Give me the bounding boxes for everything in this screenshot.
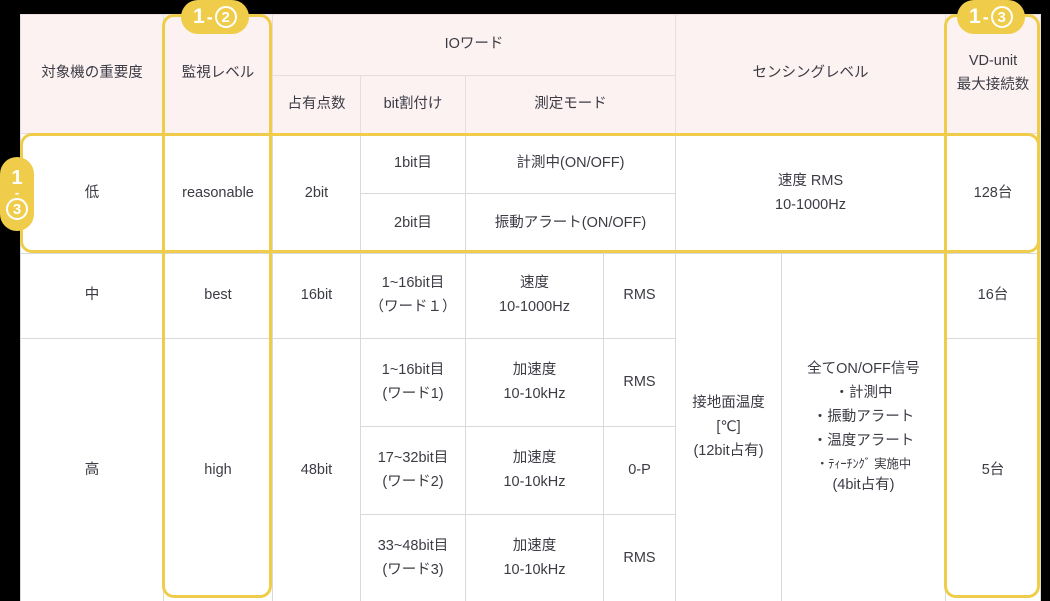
cell-sensing-temp-line2: [℃] (716, 419, 741, 436)
callout-badge-1-3-top-dash: - (982, 6, 989, 27)
cell-sensing-signals-line4: ・温度アラート (812, 432, 915, 449)
cell-high-monitor-level: high (163, 338, 273, 601)
cell-sensing-temp-line3: (12bit占有) (693, 442, 764, 459)
cell-high-importance: 高 (20, 338, 164, 601)
cell-high-measure-3-line1: 加速度 (512, 537, 557, 554)
cell-high-bit-range-3-line1: 33~48bit目 (377, 537, 449, 554)
callout-badge-1-2: 1 - 2 (181, 0, 249, 34)
cell-low-importance: 低 (20, 133, 164, 254)
cell-low-vd-unit: 128台 (945, 133, 1041, 254)
cell-low-bit-1: 1bit目 (360, 133, 466, 194)
cell-high-measure-2-line2: 10-10kHz (503, 473, 566, 490)
header-vd-unit-line2: 最大接続数 (956, 77, 1030, 93)
cell-high-measure-3-line2: 10-10kHz (503, 561, 566, 578)
cell-sensing-signals-line6: (4bit占有) (832, 477, 895, 494)
cell-high-measure-2-line1: 加速度 (512, 449, 557, 466)
callout-badge-1-3-left: 1 - 3 (0, 157, 34, 231)
cell-low-monitor-level: reasonable (163, 133, 273, 254)
cell-sensing-signals-line1: 全てON/OFF信号 (807, 360, 920, 377)
cell-mid-monitor-level: best (163, 253, 273, 339)
cell-high-bit-range-2: 17~32bit目 (ワード2) (360, 426, 466, 515)
cell-sensing-signals: 全てON/OFF信号 ・計測中 ・振動アラート ・温度アラート ・ﾃｨｰﾁﾝｸﾞ… (781, 253, 946, 601)
cell-high-vd-unit: 5台 (945, 338, 1041, 601)
row-mid: 中 best 16bit 1~16bit目 （ワード１） 速度 10-1000H… (20, 253, 1041, 601)
cell-sensing-signals-line5: ・ﾃｨｰﾁﾝｸﾞ 実施中 (815, 456, 912, 471)
cell-sensing-signals-line3: ・振動アラート (812, 408, 915, 425)
cell-high-bit-range-2-line2: (ワード2) (382, 473, 444, 490)
cell-sensing-temp: 接地面温度 [℃] (12bit占有) (675, 253, 782, 601)
cell-high-measure-1: 加速度 10-10kHz (465, 338, 604, 427)
callout-badge-1-3-left-circled: 3 (6, 198, 28, 221)
cell-high-measure-1-line2: 10-10kHz (503, 385, 566, 402)
cell-high-rms-3: RMS (603, 514, 676, 601)
cell-high-bit-range-3-line2: (ワード3) (382, 561, 444, 578)
header-group-sensing-level: センシングレベル (675, 14, 946, 134)
cell-low-mode-1: 計測中(ON/OFF) (465, 133, 676, 194)
row-low-a: 低 reasonable 2bit 1bit目 計測中(ON/OFF) 速度 R… (20, 133, 1041, 254)
cell-mid-importance: 中 (20, 253, 164, 339)
cell-high-bit-range-3: 33~48bit目 (ワード3) (360, 514, 466, 601)
callout-badge-1-3-top-circled: 3 (990, 6, 1013, 28)
cell-mid-bit-range-line2: （ワード１） (369, 299, 457, 315)
header-importance: 対象機の重要度 (20, 14, 164, 134)
cell-low-sensing: 速度 RMS 10-1000Hz (675, 133, 946, 254)
cell-high-bit-range-1: 1~16bit目 (ワード1) (360, 338, 466, 427)
cell-high-measure-3: 加速度 10-10kHz (465, 514, 604, 601)
callout-badge-1-2-prefix: 1 (193, 5, 205, 28)
cell-high-bit-range-2-line1: 17~32bit目 (377, 449, 449, 466)
header-group-io-word: IOワード (272, 14, 676, 76)
cell-mid-measure: 速度 10-1000Hz (465, 253, 604, 339)
cell-low-mode-2: 振動アラート(ON/OFF) (465, 193, 676, 254)
cell-sensing-signals-line2: ・計測中 (834, 384, 893, 401)
header-measure-mode: 測定モード (465, 75, 676, 134)
header-points: 占有点数 (272, 75, 361, 134)
cell-mid-bit-range: 1~16bit目 （ワード１） (360, 253, 466, 339)
cell-low-sensing-line2: 10-1000Hz (775, 196, 846, 213)
header-bit-assign: bit割付け (360, 75, 466, 134)
cell-high-measure-2: 加速度 10-10kHz (465, 426, 604, 515)
callout-badge-1-2-circled: 2 (214, 6, 237, 28)
cell-mid-bit-range-line1: 1~16bit目 (381, 275, 445, 292)
cell-high-bit-range-1-line2: (ワード1) (382, 385, 444, 402)
header-vd-unit-line1: VD-unit (968, 53, 1018, 70)
cell-low-points: 2bit (272, 133, 361, 254)
cell-high-rms-1: RMS (603, 338, 676, 427)
cell-mid-measure-line1: 速度 (520, 275, 549, 292)
cell-low-bit-2: 2bit目 (360, 193, 466, 254)
callout-badge-1-3-top: 1 - 3 (957, 0, 1025, 34)
callout-badge-1-3-left-dash: - (14, 184, 20, 200)
cell-mid-rms: RMS (603, 253, 676, 339)
header-row-1: 対象機の重要度 監視レベル IOワード センシングレベル VD-unit 最大接… (20, 14, 1041, 134)
cell-high-bit-range-1-line1: 1~16bit目 (381, 361, 445, 378)
cell-high-points: 48bit (272, 338, 361, 601)
cell-mid-points: 16bit (272, 253, 361, 339)
cell-mid-vd-unit: 16台 (945, 253, 1041, 339)
cell-sensing-temp-line1: 接地面温度 (692, 395, 765, 412)
cell-low-sensing-line1: 速度 RMS (777, 172, 844, 189)
specification-table: 対象機の重要度 監視レベル IOワード センシングレベル VD-unit 最大接… (20, 14, 1041, 601)
callout-badge-1-2-dash: - (206, 6, 213, 27)
table-figure-root: 対象機の重要度 監視レベル IOワード センシングレベル VD-unit 最大接… (0, 0, 1050, 601)
callout-badge-1-3-top-prefix: 1 (969, 5, 981, 28)
cell-mid-measure-line2: 10-1000Hz (499, 299, 570, 315)
cell-high-measure-1-line1: 加速度 (512, 361, 557, 378)
cell-high-rms-2: 0-P (603, 426, 676, 515)
